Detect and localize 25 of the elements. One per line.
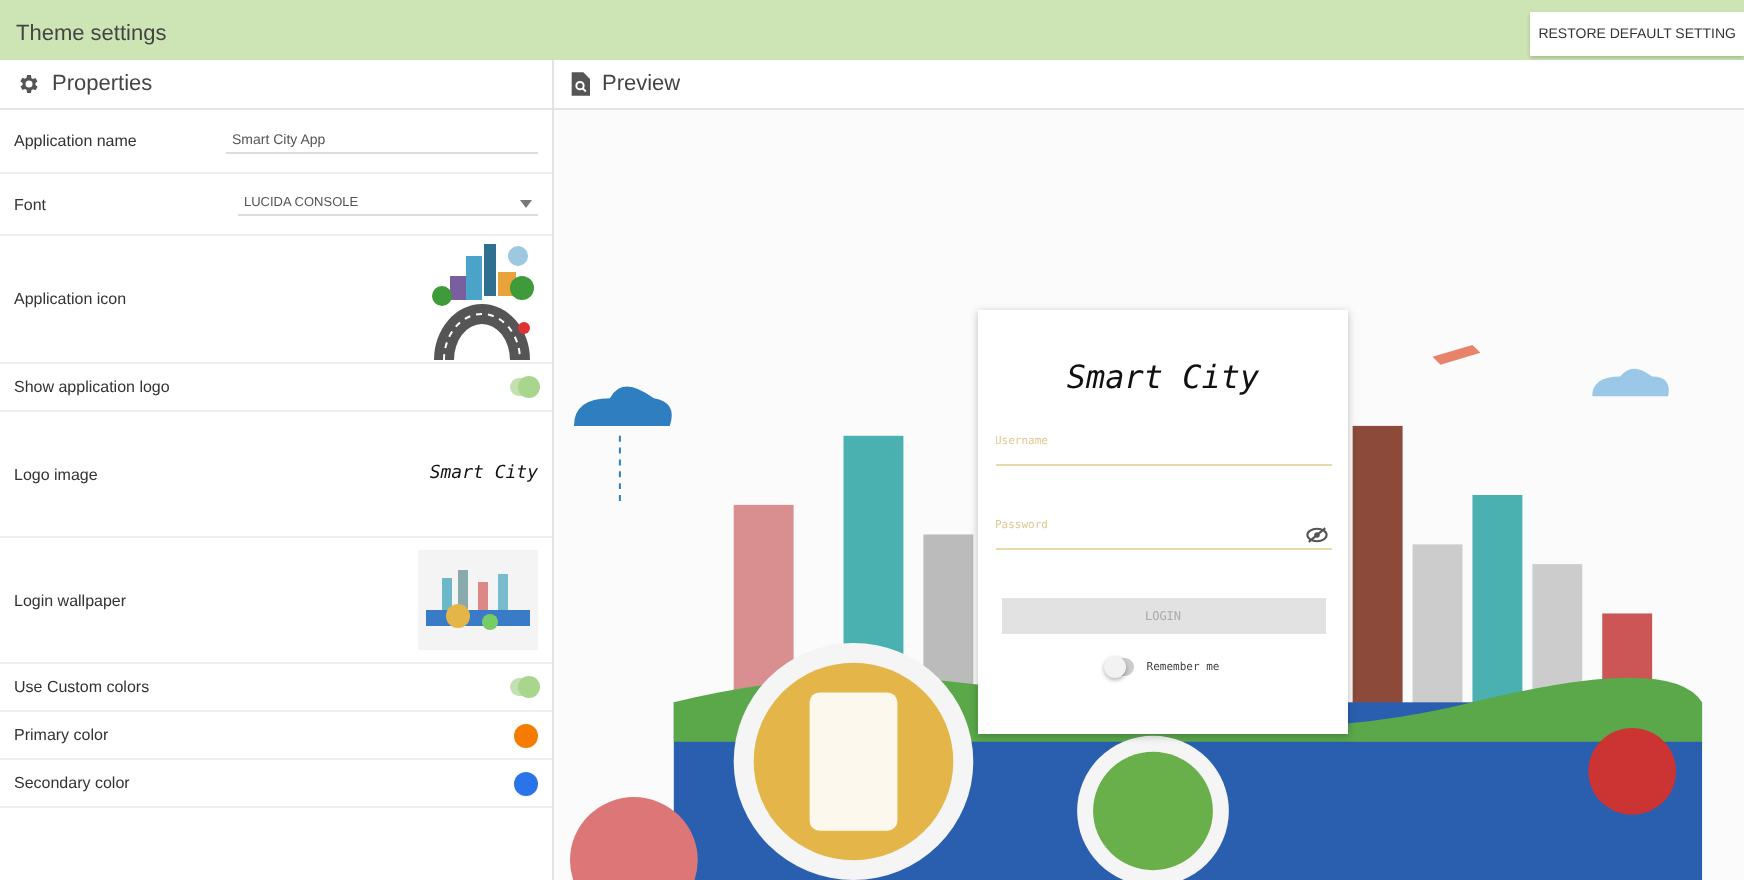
city-road-icon xyxy=(426,239,538,359)
color-swatch[interactable] xyxy=(514,771,538,795)
wallpaper-thumbnail xyxy=(418,550,538,650)
property-label: Use Custom colors xyxy=(14,678,150,696)
property-label: Logo image xyxy=(14,465,98,483)
eye-slash-icon[interactable] xyxy=(1305,526,1327,544)
document-search-icon xyxy=(570,72,590,96)
toggle-switch[interactable] xyxy=(510,378,538,396)
color-swatch[interactable] xyxy=(514,723,538,747)
caret-icon xyxy=(520,199,532,207)
panel-title: Preview xyxy=(602,72,681,96)
login-title: Smart City xyxy=(1066,358,1260,396)
property-label: Application icon xyxy=(14,290,127,308)
logo-text: Smart City xyxy=(429,464,538,484)
property-label: Login wallpaper xyxy=(14,591,127,609)
remember-toggle[interactable] xyxy=(1106,658,1135,676)
property-label: Primary color xyxy=(14,726,109,744)
property-label: Application name xyxy=(14,132,137,150)
panel-title: Properties xyxy=(52,72,153,96)
window-title: Theme settings xyxy=(14,22,167,46)
property-label: Secondary color xyxy=(14,774,130,792)
toggle-switch[interactable] xyxy=(510,678,538,696)
property-label: Show application logo xyxy=(14,378,170,396)
property-label: Font xyxy=(14,195,47,213)
settings-icon xyxy=(16,72,40,96)
